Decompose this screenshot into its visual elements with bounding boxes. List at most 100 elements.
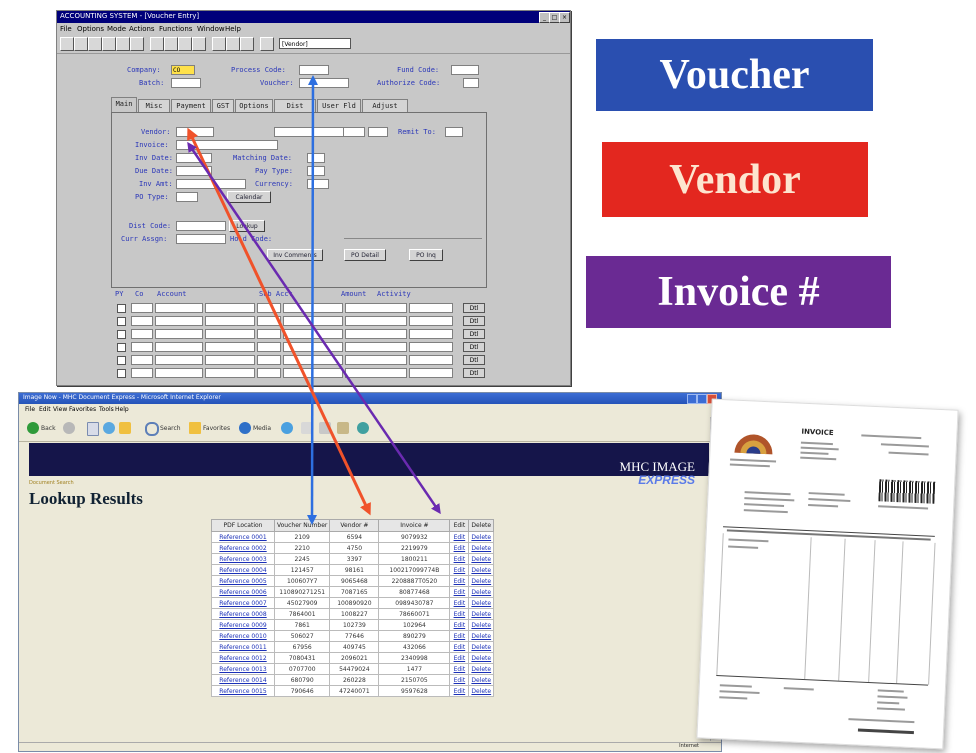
pdf-location-link[interactable]: Reference 0007 bbox=[211, 597, 275, 609]
grid-row-checkbox[interactable] bbox=[117, 356, 126, 365]
tab-gst[interactable]: GST bbox=[212, 99, 234, 112]
po-detail-button[interactable]: PO Detail bbox=[344, 249, 386, 261]
grid-detail-button[interactable]: Dtl bbox=[463, 303, 485, 313]
toolbar-button[interactable] bbox=[164, 37, 178, 51]
grid-cell[interactable] bbox=[257, 368, 281, 378]
grid-row-checkbox[interactable] bbox=[117, 304, 126, 313]
toolbar-button[interactable] bbox=[212, 37, 226, 51]
minimize-button[interactable] bbox=[687, 394, 697, 404]
po-type-field[interactable] bbox=[176, 192, 198, 202]
tab-payment[interactable]: Payment bbox=[171, 99, 211, 112]
toolbar-button[interactable] bbox=[102, 37, 116, 51]
favorites-label[interactable]: Favorites bbox=[203, 425, 230, 432]
grid-cell[interactable] bbox=[205, 329, 255, 339]
grid-cell[interactable] bbox=[283, 316, 343, 326]
edit-link[interactable]: Edit bbox=[449, 619, 470, 631]
matching-date-field[interactable] bbox=[307, 153, 325, 163]
toolbar-button[interactable] bbox=[178, 37, 192, 51]
discuss-icon[interactable] bbox=[357, 422, 369, 434]
pdf-location-link[interactable]: Reference 0002 bbox=[211, 542, 275, 554]
column-header[interactable]: Edit bbox=[449, 519, 470, 532]
grid-cell[interactable] bbox=[131, 342, 153, 352]
process-code-field[interactable] bbox=[299, 65, 329, 75]
company-field[interactable]: CO bbox=[171, 65, 195, 75]
grid-row-checkbox[interactable] bbox=[117, 343, 126, 352]
grid-cell[interactable] bbox=[205, 368, 255, 378]
inv-amt-field[interactable] bbox=[176, 179, 246, 189]
edit-link[interactable]: Edit bbox=[449, 608, 470, 620]
delete-link[interactable]: Delete bbox=[468, 564, 495, 576]
authorize-code-field[interactable] bbox=[463, 78, 479, 88]
grid-cell[interactable] bbox=[283, 368, 343, 378]
grid-cell[interactable] bbox=[155, 368, 203, 378]
lookup-button[interactable]: Lookup bbox=[229, 220, 265, 232]
grid-cell[interactable] bbox=[345, 342, 407, 352]
edit-link[interactable]: Edit bbox=[449, 674, 470, 686]
print-icon[interactable] bbox=[319, 422, 331, 434]
menu-options[interactable]: Options bbox=[77, 25, 104, 33]
menu-favorites[interactable]: Favorites bbox=[69, 406, 96, 413]
pdf-location-link[interactable]: Reference 0015 bbox=[211, 685, 275, 697]
grid-cell[interactable] bbox=[205, 342, 255, 352]
pdf-location-link[interactable]: Reference 0004 bbox=[211, 564, 275, 576]
column-header[interactable]: Invoice # bbox=[378, 519, 451, 532]
grid-cell[interactable] bbox=[257, 316, 281, 326]
grid-cell[interactable] bbox=[205, 316, 255, 326]
grid-cell[interactable] bbox=[205, 303, 255, 313]
delete-link[interactable]: Delete bbox=[468, 542, 495, 554]
grid-row-checkbox[interactable] bbox=[117, 330, 126, 339]
menu-file[interactable]: File bbox=[60, 25, 72, 33]
tab-options[interactable]: Options bbox=[235, 99, 273, 112]
vendor-field[interactable] bbox=[176, 127, 214, 137]
grid-cell[interactable] bbox=[409, 329, 453, 339]
tab-main[interactable]: Main bbox=[111, 97, 137, 112]
toolbar-button[interactable] bbox=[240, 37, 254, 51]
toolbar-button[interactable] bbox=[116, 37, 130, 51]
grid-cell[interactable] bbox=[131, 355, 153, 365]
vendor-sub-field[interactable] bbox=[368, 127, 388, 137]
edit-link[interactable]: Edit bbox=[449, 531, 470, 543]
pay-type-field[interactable] bbox=[307, 166, 325, 176]
edit-link[interactable]: Edit bbox=[449, 652, 470, 664]
edit-link[interactable]: Edit bbox=[449, 575, 470, 587]
tab-user-fld[interactable]: User Fld bbox=[317, 99, 361, 112]
back-icon[interactable] bbox=[27, 422, 39, 434]
calendar-button[interactable]: Calendar bbox=[227, 191, 271, 203]
delete-link[interactable]: Delete bbox=[468, 619, 495, 631]
grid-cell[interactable] bbox=[345, 303, 407, 313]
toolbar-button[interactable] bbox=[226, 37, 240, 51]
delete-link[interactable]: Delete bbox=[468, 630, 495, 642]
grid-cell[interactable] bbox=[155, 329, 203, 339]
grid-cell[interactable] bbox=[155, 303, 203, 313]
menu-edit[interactable]: Edit bbox=[39, 406, 51, 413]
history-icon[interactable] bbox=[281, 422, 293, 434]
grid-cell[interactable] bbox=[131, 368, 153, 378]
edit-link[interactable]: Edit bbox=[449, 586, 470, 598]
pdf-location-link[interactable]: Reference 0009 bbox=[211, 619, 275, 631]
menu-actions[interactable]: Actions bbox=[129, 25, 155, 33]
delete-link[interactable]: Delete bbox=[468, 597, 495, 609]
curr-assgn-field[interactable] bbox=[176, 234, 226, 244]
toolbar-button[interactable] bbox=[260, 37, 274, 51]
delete-link[interactable]: Delete bbox=[468, 674, 495, 686]
refresh-icon[interactable] bbox=[103, 422, 115, 434]
delete-link[interactable]: Delete bbox=[468, 608, 495, 620]
toolbar-button[interactable] bbox=[74, 37, 88, 51]
delete-link[interactable]: Delete bbox=[468, 641, 495, 653]
menu-view[interactable]: View bbox=[53, 406, 67, 413]
toolbar-button[interactable] bbox=[150, 37, 164, 51]
back-label[interactable]: Back bbox=[41, 425, 56, 432]
grid-detail-button[interactable]: Dtl bbox=[463, 368, 485, 378]
pdf-location-link[interactable]: Reference 0011 bbox=[211, 641, 275, 653]
pdf-location-link[interactable]: Reference 0008 bbox=[211, 608, 275, 620]
grid-cell[interactable] bbox=[155, 316, 203, 326]
favorites-icon[interactable] bbox=[189, 422, 201, 434]
grid-cell[interactable] bbox=[155, 355, 203, 365]
grid-row-checkbox[interactable] bbox=[117, 317, 126, 326]
grid-cell[interactable] bbox=[345, 329, 407, 339]
menu-tools[interactable]: Tools bbox=[99, 406, 114, 413]
delete-link[interactable]: Delete bbox=[468, 575, 495, 587]
media-label[interactable]: Media bbox=[253, 425, 271, 432]
edit-link[interactable]: Edit bbox=[449, 663, 470, 675]
fund-code-field[interactable] bbox=[451, 65, 479, 75]
